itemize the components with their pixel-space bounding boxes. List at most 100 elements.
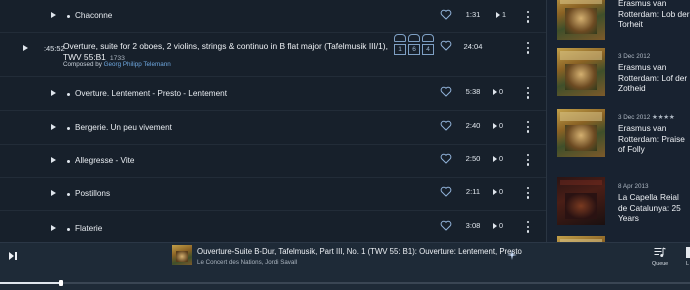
track-row[interactable]: Chaconne 1:31 1 [0,0,546,32]
more-options-icon[interactable] [527,221,530,235]
favorite-heart-icon[interactable] [440,86,452,97]
track-title[interactable]: Postillons [75,189,110,198]
work-timecode: :45:52 [44,44,65,53]
play-count-value: 0 [499,121,503,130]
favorite-heart-icon[interactable] [440,120,452,131]
play-icon[interactable] [51,12,56,18]
badge-top-3 [422,34,434,42]
album-title[interactable]: La Capella Reial de Catalunya: 25 Years [618,192,690,224]
play-count-value: 0 [499,221,503,230]
composed-by-label: Composed by [63,61,102,68]
play-icon[interactable] [51,124,56,130]
badge-bottom-2: 6 [408,44,420,55]
album-cover[interactable] [557,177,605,225]
play-count-value: 0 [499,154,503,163]
progress-handle[interactable] [58,280,63,286]
sparkle-icon[interactable] [506,249,518,261]
more-options-icon[interactable] [527,42,530,56]
plays-icon [493,88,497,95]
track-duration: 2:50 [465,154,481,163]
favorite-heart-icon[interactable] [440,153,452,164]
favorite-heart-icon[interactable] [440,9,452,20]
track-title[interactable]: Bergerie. Un peu vivement [75,123,172,132]
album-art [557,0,605,40]
lyrics-label[interactable]: L [686,261,689,267]
pause-bar-icon [15,252,17,260]
track-duration: 1:31 [465,10,481,19]
track-title[interactable]: Chaconne [75,11,112,20]
more-options-icon[interactable] [527,187,530,201]
divider [0,76,546,77]
bullet-icon [67,126,70,130]
track-duration: 2:11 [465,187,481,196]
album-cover[interactable] [557,48,605,96]
track-duration: 2:40 [465,121,481,130]
more-options-icon[interactable] [527,11,530,25]
play-icon[interactable] [51,157,56,163]
plays-icon [493,188,497,195]
album-date: 3 Dec 2012 [618,53,651,60]
album-art [557,48,605,96]
divider [0,110,546,111]
play-work-icon[interactable] [23,45,28,51]
now-playing-cover[interactable] [172,245,192,265]
related-albums-panel: Erasmus van Rotterdam: Lob der Torheit 3… [547,0,690,242]
album-date: 3 Dec 2012 ★★★★ [618,114,675,121]
album-title[interactable]: Erasmus van Rotterdam: Lob der Torheit [618,0,690,30]
play-pause-button[interactable] [8,251,18,261]
play-icon[interactable] [51,225,56,231]
bullet-icon [67,92,70,96]
track-title[interactable]: Overture. Lentement - Presto - Lentement [75,89,227,98]
album-cover[interactable] [557,0,605,40]
bullet-icon [67,14,70,18]
badge-bottom-1: 1 [394,44,406,55]
bullet-icon [67,227,70,231]
play-icon[interactable] [51,90,56,96]
now-playing-title[interactable]: Ouverture-Suite B-Dur, Tafelmusik, Part … [197,247,522,256]
play-count: 0 [493,154,503,163]
play-count: 0 [493,187,503,196]
plays-icon [496,11,500,18]
plays-icon [493,155,497,162]
play-count-value: 0 [499,187,503,196]
favorite-heart-icon[interactable] [440,186,452,197]
divider [0,144,546,145]
lyrics-icon[interactable] [686,247,690,258]
album-art [557,177,605,225]
album-title[interactable]: Erasmus van Rotterdam: Lof der Zotheid [618,62,690,94]
play-count: 1 [496,10,506,19]
now-playing-artist[interactable]: Le Concert des Nations, Jordi Savall [197,259,297,266]
queue-label[interactable]: Queue [652,261,668,267]
track-list: Chaconne 1:31 1 :45:52 Overture, suite f… [0,0,546,242]
badge-top-1 [394,34,406,42]
composer-link[interactable]: Georg Philipp Telemann [104,61,171,68]
work-duration: 24:04 [463,42,483,51]
divider [0,210,546,211]
album-art [557,109,605,157]
play-icon[interactable] [51,190,56,196]
track-title[interactable]: Flaterie [75,224,102,233]
more-options-icon[interactable] [527,121,530,135]
album-cover[interactable] [557,109,605,157]
play-count: 0 [493,221,503,230]
more-options-icon[interactable] [527,87,530,101]
play-count-value: 0 [499,87,503,96]
composer-line: Composed by Georg Philipp Telemann [63,61,171,68]
favorite-heart-icon[interactable] [440,220,452,231]
track-duration: 5:38 [465,87,481,96]
favorite-heart-icon[interactable] [440,40,452,51]
badge-top-2 [408,34,420,42]
album-date: 8 Apr 2013 [618,183,649,190]
track-title[interactable]: Allegresse - Vite [75,156,134,165]
play-count-value: 1 [502,10,506,19]
more-options-icon[interactable] [527,154,530,168]
play-count: 0 [493,87,503,96]
app-window: Chaconne 1:31 1 :45:52 Overture, suite f… [0,0,690,290]
queue-icon[interactable] [654,247,666,258]
bullet-icon [67,159,70,163]
album-title[interactable]: Erasmus van Rotterdam: Praise of Folly [618,123,690,155]
player-divider [0,242,690,243]
progress-fill [0,282,61,284]
progress-track[interactable] [0,282,690,284]
plays-icon [493,222,497,229]
